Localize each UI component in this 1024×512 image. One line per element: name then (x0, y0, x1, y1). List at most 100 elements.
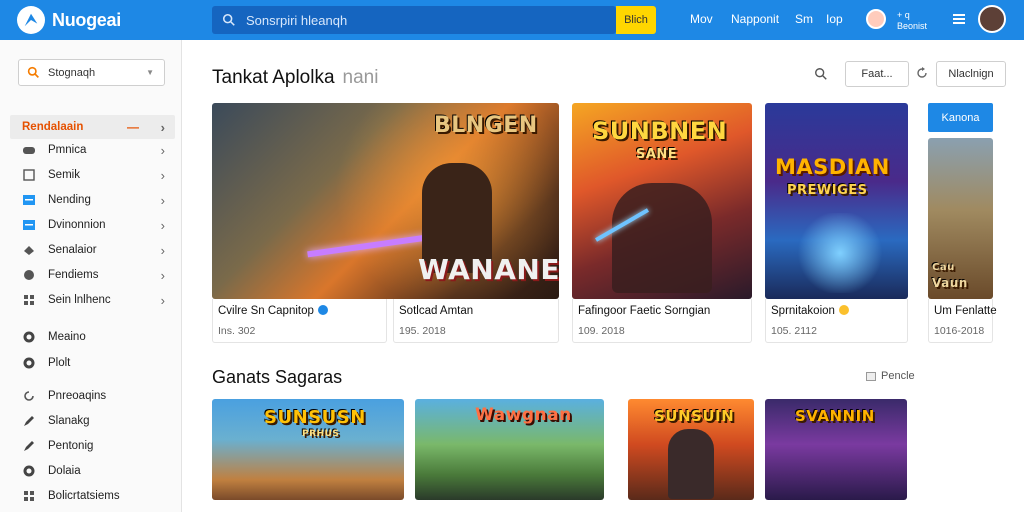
sidebar-item-label: Nending (48, 194, 91, 206)
character-silhouette (668, 429, 714, 499)
user-avatar[interactable] (978, 5, 1006, 33)
game-thumbnail[interactable]: SUNSUSN PRHUS (212, 399, 404, 500)
sidebar-item-label: Dolaia (48, 465, 81, 477)
globe-icon (22, 356, 36, 370)
sidebar-item[interactable]: Pmnica › (10, 138, 175, 162)
small-avatar[interactable] (866, 9, 886, 29)
card-title-text: Sprnitakoion (771, 305, 835, 317)
card-meta: Um Fenlatte 1016-2018 (928, 299, 997, 343)
game-card[interactable]: SVANNIN (765, 399, 907, 512)
game-card[interactable]: SUNSUSN PRHUS (212, 399, 404, 512)
art-subtitle: PRHUS (302, 429, 340, 439)
sidebar: Stognaqh ▼ Rendalaain — › Pmnica › Semik › Nend… (0, 40, 182, 512)
chevron-down-icon: ▼ (146, 68, 154, 77)
art-subtitle: Vaun (932, 276, 968, 290)
sidebar-item[interactable]: Dvinonnion › (10, 213, 175, 237)
nav-link-napponit[interactable]: Napponit (731, 12, 779, 26)
nav-link-sm[interactable]: Sm (795, 12, 813, 26)
art-title: SUNSUSN (264, 407, 366, 428)
sidebar-item[interactable]: Semik › (10, 163, 175, 187)
game-thumbnail[interactable]: SVANNIN (765, 399, 907, 500)
sidebar-item[interactable]: Fendiems › (10, 263, 175, 287)
card-meta: Cvilre Sn Capnitop Ins. 302 (212, 299, 387, 343)
search-input[interactable]: Sonsrpiri hleanqh (212, 6, 616, 34)
sidebar-item-label: Pmnica (48, 144, 87, 156)
art-title: SUNSUIN (654, 407, 735, 425)
sidebar-item-label: Plolt (48, 357, 71, 369)
art-title: SUNBNEN (592, 117, 728, 145)
sidebar-item[interactable]: Bolicrtatsiems (10, 484, 175, 508)
sidebar-item[interactable]: Sein lnlhenc › (10, 288, 175, 312)
game-thumbnail[interactable]: Wawgnan (415, 399, 604, 500)
see-all-link[interactable]: Pencle (866, 370, 915, 382)
game-thumbnail[interactable]: SUNBNEN SANE (572, 103, 752, 299)
game-card[interactable]: SUNSUIN (628, 399, 754, 512)
sidebar-item[interactable]: Slanakg (10, 409, 175, 433)
sidebar-item[interactable]: Meaino (10, 325, 175, 349)
sidebar-search-select[interactable]: Stognaqh ▼ (18, 59, 165, 86)
section-title-text: Tankat Aplolka (212, 67, 335, 88)
category-badge[interactable]: Kanona (928, 103, 993, 132)
game-thumbnail[interactable]: BLNGEN WANANEN (212, 103, 559, 299)
see-all-label: Pencle (881, 370, 915, 382)
art-title: Cau (932, 262, 955, 273)
globe-icon (22, 464, 36, 478)
game-card[interactable]: Wawgnan (415, 399, 604, 512)
filter-button[interactable]: Faat... (845, 61, 909, 87)
grid-icon (22, 489, 36, 503)
sidebar-search-value: Stognaqh (48, 66, 96, 79)
card-title: Cvilre Sn Capnitop (218, 305, 328, 317)
nav-link-mov[interactable]: Mov (690, 12, 713, 26)
top-bar: Nuogeai Sonsrpiri hleanqh Blich Mov Napp… (0, 0, 1024, 40)
art-title: BLNGEN (434, 113, 538, 138)
sidebar-item-label: Pentonig (48, 440, 94, 452)
sidebar-item[interactable]: Senalaior › (10, 238, 175, 262)
sort-button[interactable]: Nlaclnign (936, 61, 1006, 87)
sidebar-item[interactable]: Nending › (10, 188, 175, 212)
window-icon (22, 218, 36, 232)
card-date: 105. 2112 (771, 325, 817, 337)
art-title: SVANNIN (795, 407, 875, 425)
sidebar-item[interactable]: Rendalaain — › (10, 115, 175, 139)
refresh-icon[interactable] (916, 67, 928, 79)
card-date: Ins. 302 (218, 325, 256, 337)
sidebar-item-label: Rendalaain (22, 121, 84, 133)
sidebar-item[interactable]: Pnreoaqins (10, 384, 175, 408)
sidebar-item-label: Bolicrtatsiems (48, 490, 120, 502)
search-icon (222, 13, 235, 26)
game-card[interactable]: MASDIAN PREWIGES Sprnitakoion 105. 2112 (765, 103, 908, 343)
search-icon[interactable] (814, 67, 828, 81)
sidebar-item[interactable]: Plolt (10, 351, 175, 375)
refresh-icon (22, 389, 36, 403)
brand-name[interactable]: Nuogeai (52, 10, 121, 31)
card-meta: Sprnitakoion 105. 2112 (765, 299, 908, 343)
chevron-right-icon: › (160, 142, 165, 158)
game-card[interactable]: Cau Vaun Um Fenlatte 1016-2018 (928, 138, 997, 343)
search-placeholder: Sonsrpiri hleanqh (246, 12, 348, 28)
logo-icon[interactable] (17, 6, 45, 34)
game-card[interactable]: BLNGEN WANANEN Cvilre Sn Capnitop Ins. 3… (212, 103, 559, 343)
window-icon (22, 193, 36, 207)
sidebar-item-label: Dvinonnion (48, 219, 106, 231)
game-thumbnail[interactable]: SUNSUIN (628, 399, 754, 500)
card-date: 195. 2018 (399, 325, 446, 337)
card-date: 1016-2018 (934, 325, 985, 337)
search-button[interactable]: Blich (616, 6, 656, 34)
sidebar-item[interactable]: Dolaia (10, 459, 175, 483)
account-text[interactable]: + q Beonist (897, 10, 927, 32)
menu-icon[interactable] (952, 12, 966, 26)
art-title: MASDIAN (775, 155, 890, 179)
game-thumbnail[interactable]: Cau Vaun (928, 138, 993, 299)
grid-icon (22, 293, 36, 307)
art-subtitle: SANE (636, 147, 678, 162)
chevron-right-icon: › (160, 217, 165, 233)
sidebar-item-label: Meaino (48, 331, 86, 343)
card-title-text: Cvilre Sn Capnitop (218, 305, 314, 317)
sidebar-item-label: Fendiems (48, 269, 99, 281)
sidebar-item-label: Pnreoaqins (48, 390, 107, 402)
globe-icon (22, 330, 36, 344)
game-card[interactable]: SUNBNEN SANE Fafingoor Faetic Sorngian 1… (572, 103, 752, 343)
game-thumbnail[interactable]: MASDIAN PREWIGES (765, 103, 908, 299)
nav-link-iop[interactable]: Iop (826, 12, 843, 26)
sidebar-item[interactable]: Pentonig (10, 434, 175, 458)
